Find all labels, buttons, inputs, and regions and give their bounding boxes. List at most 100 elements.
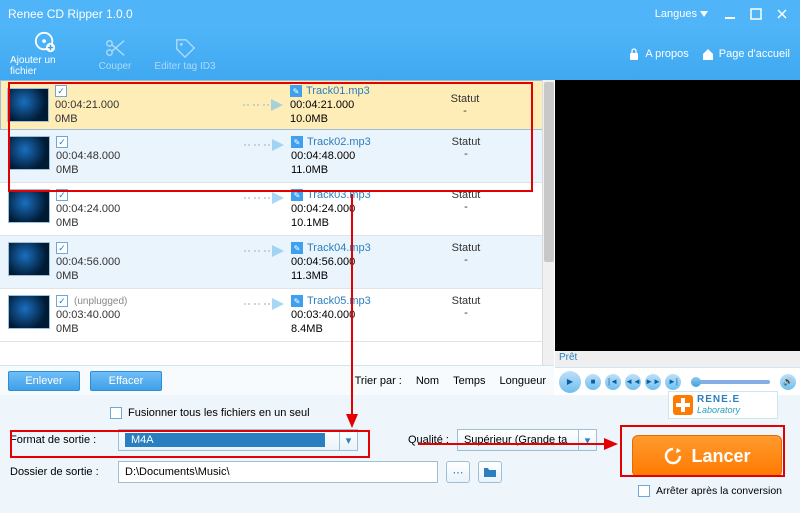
forward-button[interactable]: ►► bbox=[645, 374, 661, 390]
home-icon bbox=[701, 47, 715, 61]
folder-icon bbox=[483, 466, 497, 478]
remove-button[interactable]: Enlever bbox=[8, 371, 80, 391]
track-checkbox[interactable]: ✓ bbox=[56, 295, 68, 307]
track-duration: 00:04:56.000 bbox=[56, 256, 236, 268]
homepage-link[interactable]: Page d'accueil bbox=[701, 47, 790, 61]
minimize-button[interactable] bbox=[720, 4, 740, 24]
arrow-icon bbox=[236, 136, 291, 154]
volume-button[interactable]: 🔊 bbox=[780, 374, 796, 390]
track-row[interactable]: ✓00:04:24.0000MB✎Track03.mp300:04:24.000… bbox=[0, 183, 554, 236]
list-scrollbar[interactable] bbox=[542, 80, 554, 395]
track-list: ✓ 00:04:21.000 0MB ✎ Track01.mp3 00:04:21.000… bbox=[0, 80, 555, 395]
toolbar: Ajouter un fichier Couper Editer tag ID3… bbox=[0, 28, 800, 80]
cut-button[interactable]: Couper bbox=[80, 37, 150, 72]
stop-button[interactable]: ■ bbox=[585, 374, 601, 390]
track-thumbnail bbox=[8, 242, 50, 276]
edit-icon[interactable]: ✎ bbox=[291, 136, 303, 148]
edit-tag-button[interactable]: Editer tag ID3 bbox=[150, 37, 220, 72]
stop-after-row: Arrêter après la conversion bbox=[638, 485, 782, 497]
sort-name[interactable]: Nom bbox=[416, 375, 439, 387]
track-row[interactable]: ✓(unplugged)00:03:40.0000MB✎Track05.mp30… bbox=[0, 289, 554, 342]
languages-dropdown[interactable]: Langues bbox=[649, 6, 714, 22]
track-row[interactable]: ✓00:04:21.0000MB✎Track01.mp300:04:21.000… bbox=[0, 80, 554, 130]
about-link[interactable]: A propos bbox=[627, 47, 688, 61]
maximize-button[interactable] bbox=[746, 4, 766, 24]
track-output-size: 11.0MB bbox=[291, 164, 431, 176]
titlebar: Renee CD Ripper 1.0.0 Langues bbox=[0, 0, 800, 28]
track-output-info: ✎Track02.mp300:04:48.00011.0MB bbox=[291, 136, 431, 176]
edit-icon[interactable]: ✎ bbox=[291, 295, 303, 307]
refresh-icon bbox=[663, 446, 683, 466]
sort-by-label: Trier par : bbox=[355, 375, 402, 387]
preview-pane: Prêt ▶ ■ |◄ ◄◄ ►► ►| 🔊 bbox=[555, 80, 800, 395]
edit-icon[interactable]: ✎ bbox=[290, 85, 302, 97]
clear-button[interactable]: Effacer bbox=[90, 371, 162, 391]
track-checkbox[interactable]: ✓ bbox=[56, 189, 68, 201]
track-checkbox[interactable]: ✓ bbox=[56, 242, 68, 254]
track-duration: 00:04:24.000 bbox=[56, 203, 236, 215]
track-output-name: Track01.mp3 bbox=[306, 85, 370, 97]
track-thumbnail bbox=[7, 88, 49, 122]
track-output-size: 10.1MB bbox=[291, 217, 431, 229]
stop-after-checkbox[interactable] bbox=[638, 485, 650, 497]
window-title: Renee CD Ripper 1.0.0 bbox=[8, 7, 649, 21]
seek-knob[interactable] bbox=[691, 377, 701, 387]
track-status: Statut- bbox=[430, 93, 500, 117]
track-source-size: 0MB bbox=[56, 217, 236, 229]
track-source-info: ✓ 00:04:56.000 0MB bbox=[56, 242, 236, 282]
track-output-size: 8.4MB bbox=[291, 323, 431, 335]
track-output-name: Track02.mp3 bbox=[307, 136, 371, 148]
sort-time[interactable]: Temps bbox=[453, 375, 485, 387]
add-file-button[interactable]: Ajouter un fichier bbox=[10, 31, 80, 77]
scissors-icon bbox=[104, 37, 126, 59]
play-button[interactable]: ▶ bbox=[559, 371, 581, 393]
bottom-pane: RENE.E Laboratory Fusionner tous les fic… bbox=[0, 395, 800, 513]
launch-button[interactable]: Lancer bbox=[632, 435, 782, 477]
arrow-icon bbox=[236, 295, 291, 313]
sort-length[interactable]: Longueur bbox=[500, 375, 547, 387]
track-output-duration: 00:04:21.000 bbox=[290, 99, 430, 111]
track-duration: 00:04:21.000 bbox=[55, 99, 235, 111]
outdir-browse-button[interactable] bbox=[478, 461, 502, 483]
track-status: Statut- bbox=[431, 242, 501, 266]
edit-icon[interactable]: ✎ bbox=[291, 189, 303, 201]
preview-status: Prêt bbox=[555, 351, 800, 367]
track-source-size: 0MB bbox=[56, 270, 236, 282]
outdir-input[interactable]: D:\Documents\Music\ bbox=[118, 461, 438, 483]
arrow-icon bbox=[236, 189, 291, 207]
track-thumbnail bbox=[8, 295, 50, 329]
outdir-label: Dossier de sortie : bbox=[10, 466, 110, 478]
prev-button[interactable]: |◄ bbox=[605, 374, 621, 390]
track-status: Statut- bbox=[431, 136, 501, 160]
rewind-button[interactable]: ◄◄ bbox=[625, 374, 641, 390]
chevron-down-icon bbox=[700, 11, 708, 17]
track-source-size: 0MB bbox=[56, 164, 236, 176]
track-output-duration: 00:04:24.000 bbox=[291, 203, 431, 215]
track-output-info: ✎Track05.mp300:03:40.0008.4MB bbox=[291, 295, 431, 335]
arrow-icon bbox=[235, 96, 290, 114]
lock-icon bbox=[627, 47, 641, 61]
track-row[interactable]: ✓00:04:48.0000MB✎Track02.mp300:04:48.000… bbox=[0, 130, 554, 183]
track-checkbox[interactable]: ✓ bbox=[55, 85, 67, 97]
disc-add-icon bbox=[34, 31, 56, 53]
track-source-name: (unplugged) bbox=[74, 296, 127, 307]
track-row[interactable]: ✓00:04:56.0000MB✎Track04.mp300:04:56.000… bbox=[0, 236, 554, 289]
track-output-size: 10.0MB bbox=[290, 113, 430, 125]
format-select[interactable]: M4A ▾ bbox=[118, 429, 358, 451]
quality-select[interactable]: Supérieur (Grande ta ▾ bbox=[457, 429, 597, 451]
seek-bar[interactable] bbox=[691, 380, 770, 384]
track-thumbnail bbox=[8, 136, 50, 170]
preview-screen bbox=[555, 80, 800, 351]
quality-label: Qualité : bbox=[408, 434, 449, 446]
logo-cross-icon bbox=[673, 395, 693, 415]
edit-icon[interactable]: ✎ bbox=[291, 242, 303, 254]
track-duration: 00:04:48.000 bbox=[56, 150, 236, 162]
close-button[interactable] bbox=[772, 4, 792, 24]
merge-checkbox[interactable] bbox=[110, 407, 122, 419]
track-checkbox[interactable]: ✓ bbox=[56, 136, 68, 148]
track-thumbnail bbox=[8, 189, 50, 223]
track-output-size: 11.3MB bbox=[291, 270, 431, 282]
next-button[interactable]: ►| bbox=[665, 374, 681, 390]
track-duration: 00:03:40.000 bbox=[56, 309, 236, 321]
outdir-open-button[interactable]: ⋯ bbox=[446, 461, 470, 483]
